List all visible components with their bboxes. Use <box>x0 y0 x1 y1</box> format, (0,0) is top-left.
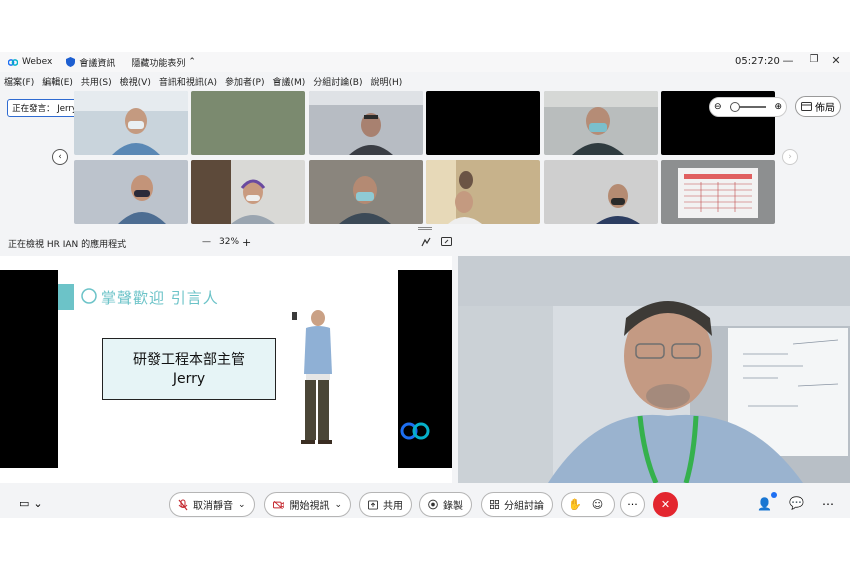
app-title: Webex <box>8 57 52 67</box>
meeting-info-label: 會議資訊 <box>79 58 116 69</box>
layout-button[interactable]: 佈局 <box>795 96 841 117</box>
unmute-label: 取消靜音 <box>193 501 233 512</box>
gallery-zoom-slider[interactable] <box>730 102 766 112</box>
share-label: 共用 <box>383 501 403 512</box>
shield-icon <box>66 57 76 67</box>
annotate-icon[interactable] <box>421 237 431 247</box>
zoom-out-button[interactable]: — <box>202 237 211 247</box>
viewing-label: 正在檢視 HR IAN 的應用程式 <box>8 240 127 250</box>
microphone-muted-icon <box>178 499 188 510</box>
presenter-video[interactable] <box>458 256 850 483</box>
zoom-in-button[interactable]: + <box>242 236 251 249</box>
resize-handle[interactable] <box>418 227 432 230</box>
close-icon: ✕ <box>660 498 671 511</box>
hide-toolbar-label: 隱藏功能表列 <box>131 58 186 69</box>
carousel-next-button[interactable]: › <box>782 149 798 165</box>
participant-video-tile[interactable] <box>74 91 188 155</box>
menu-bar: 檔案(F) 編輯(E) 共用(S) 檢視(V) 音訊和視訊(A) 參加者(P) … <box>0 72 850 90</box>
camera-off-icon <box>273 500 285 509</box>
more-panels-button[interactable]: ⋯ <box>822 497 834 511</box>
participant-video-tile[interactable] <box>309 160 423 224</box>
chevron-up-icon: ⌃ <box>188 57 196 67</box>
participant-video-tile[interactable] <box>309 91 423 155</box>
menu-audio-video[interactable]: 音訊和視訊(A) <box>159 75 217 88</box>
notification-dot <box>771 492 777 498</box>
menu-file[interactable]: 檔案(F) <box>4 75 34 88</box>
participant-video-tile[interactable] <box>191 91 305 155</box>
menu-help[interactable]: 說明(H) <box>371 75 403 88</box>
layout-label: 佈局 <box>815 103 835 114</box>
pop-out-icon[interactable] <box>441 237 452 247</box>
chevron-left-icon: ‹ <box>58 152 62 162</box>
start-video-label: 開始視訊 <box>289 501 330 512</box>
participant-video-tile[interactable] <box>74 160 188 224</box>
slide-box-title: 研發工程本部主管 <box>133 352 245 368</box>
chat-icon: 💬 <box>789 496 804 510</box>
participant-video-tile[interactable] <box>426 160 540 224</box>
close-window-button[interactable]: ✕ <box>828 54 844 67</box>
chevron-right-icon: › <box>788 152 792 162</box>
breakout-button[interactable]: 分組討論 <box>481 492 553 517</box>
chevron-down-icon: ⌄ <box>33 497 43 510</box>
captions-icon: ▭ <box>19 497 30 510</box>
minimize-button[interactable]: — <box>780 54 796 67</box>
chat-toggle-button[interactable]: ▭ ⌄ <box>19 497 43 510</box>
restore-button[interactable]: ❐ <box>806 54 822 65</box>
smiley-icon[interactable]: ☺ <box>592 498 603 511</box>
slide-title: 掌聲歡迎 引言人 <box>101 289 219 307</box>
unmute-button[interactable]: 取消靜音 ⌄ <box>169 492 255 517</box>
end-call-button[interactable]: ✕ <box>653 492 678 517</box>
participants-button[interactable]: 👤 <box>757 492 777 511</box>
gallery-zoom-handle[interactable] <box>730 102 740 112</box>
participant-video-tile[interactable] <box>191 160 305 224</box>
record-label: 錄製 <box>443 501 463 512</box>
meeting-clock: 05:27:20 <box>735 56 780 67</box>
layout-icon <box>801 102 812 111</box>
reactions-group: ✋ ☺ <box>561 492 615 517</box>
title-bar: Webex 會議資訊 隱藏功能表列 ⌃ 05:27:20 — ❐ ✕ <box>0 52 850 72</box>
hide-toolbar-button[interactable]: 隱藏功能表列 ⌃ <box>131 56 196 69</box>
app-name: Webex <box>22 57 53 67</box>
carousel-prev-button[interactable]: ‹ <box>52 149 68 165</box>
zoom-percent: 32% <box>219 237 240 247</box>
start-video-button[interactable]: 開始視訊 ⌄ <box>264 492 351 517</box>
share-button[interactable]: 共用 <box>359 492 412 517</box>
shared-content-panel: 掌聲歡迎 引言人 研發工程本部主管 Jerry <box>0 256 452 483</box>
participant-video-tile[interactable] <box>544 160 658 224</box>
chevron-down-icon[interactable]: ⌄ <box>238 500 246 510</box>
meeting-info-button[interactable]: 會議資訊 <box>66 56 115 69</box>
breakout-label: 分組討論 <box>504 501 544 512</box>
share-screen-icon <box>368 499 378 510</box>
more-icon: ⋯ <box>822 497 834 511</box>
participant-video-tile[interactable] <box>661 160 775 224</box>
menu-meeting[interactable]: 會議(M) <box>273 75 306 88</box>
breakout-icon <box>490 500 499 509</box>
zoom-out-icon[interactable]: ⊖ <box>714 102 722 112</box>
chevron-down-icon[interactable]: ⌄ <box>334 500 342 510</box>
more-icon: ··· <box>627 498 638 511</box>
participants-icon: 👤 <box>757 497 772 511</box>
chat-button[interactable]: 💬 <box>789 496 804 510</box>
zoom-in-icon[interactable]: ⊕ <box>774 102 782 112</box>
record-icon <box>428 499 438 510</box>
record-button[interactable]: 錄製 <box>419 492 472 517</box>
presenter-video-graphic <box>458 256 850 483</box>
gallery-zoom-control[interactable]: ⊖ ⊕ <box>709 97 787 117</box>
participant-video-tile[interactable] <box>426 91 540 155</box>
menu-view[interactable]: 檢視(V) <box>120 75 151 88</box>
menu-breakout[interactable]: 分組討論(B) <box>313 75 362 88</box>
participant-video-tile[interactable] <box>544 91 658 155</box>
slide-name-box: 研發工程本部主管 Jerry <box>102 338 276 400</box>
slide-box-name: Jerry <box>172 371 206 387</box>
share-view-bar: 正在檢視 HR IAN 的應用程式 — 32% + <box>0 232 850 252</box>
more-options-button[interactable]: ··· <box>620 492 645 517</box>
raise-hand-icon[interactable]: ✋ <box>568 498 582 511</box>
webex-logo-icon <box>8 58 18 66</box>
menu-edit[interactable]: 編輯(E) <box>42 75 73 88</box>
menu-share[interactable]: 共用(S) <box>81 75 112 88</box>
menu-participants[interactable]: 參加者(P) <box>225 75 264 88</box>
